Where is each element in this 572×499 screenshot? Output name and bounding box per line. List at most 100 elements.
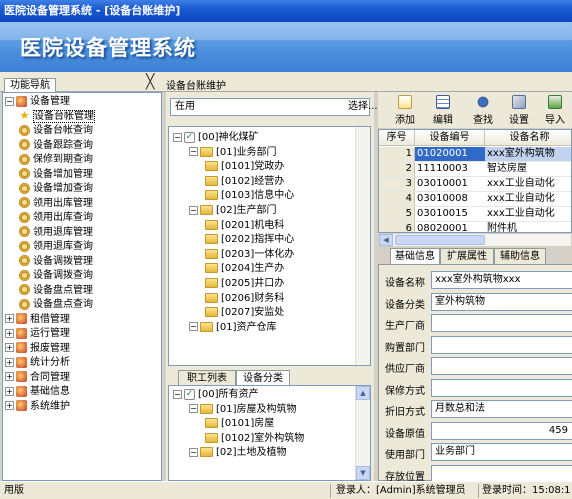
table-row[interactable]: 6 08020001 附件机	[379, 222, 571, 232]
expand-toggle-icon[interactable]: +	[5, 314, 14, 323]
nav-item[interactable]: 设备增加管理	[19, 168, 93, 182]
nav-item[interactable]: 领用退库管理	[19, 226, 93, 240]
tree-node[interactable]: [0103]信息中心	[205, 189, 294, 203]
tree-node[interactable]: [0202]指挥中心	[205, 233, 294, 247]
field-input[interactable]: xxx室外构筑物xxx	[431, 271, 572, 289]
tab-auxiliary-info[interactable]: 辅助信息	[494, 248, 546, 264]
collapse-toggle-icon[interactable]: −	[189, 447, 198, 457]
table-row[interactable]: 2 11110003 智达房屋	[379, 162, 571, 177]
field-input[interactable]	[431, 314, 572, 332]
nav-item[interactable]: 设备调拨管理	[19, 255, 93, 269]
nav-item[interactable]: − 设备管理	[5, 95, 70, 109]
field-input[interactable]	[431, 335, 572, 354]
tree-node[interactable]: [0201]机电科	[205, 219, 284, 233]
tab-basic-info[interactable]: 基础信息	[390, 248, 440, 265]
checkbox-icon[interactable]: ✓	[184, 131, 195, 143]
field-input[interactable]: 月数总和法	[431, 400, 572, 418]
collapse-toggle-icon[interactable]: −	[173, 389, 182, 399]
table-row[interactable]: 3 03010001 xxx工业自动化	[379, 177, 571, 192]
tree-node[interactable]: − [02]生产部门	[189, 204, 277, 218]
field-input[interactable]: 室外构筑物	[431, 292, 572, 311]
tree-node[interactable]: − ✓ [00]神化煤矿	[173, 131, 259, 145]
nav-item[interactable]: 领用退库查询	[19, 240, 93, 254]
search-button[interactable]: 查找	[466, 94, 500, 126]
category-tree-scrollbar[interactable]: ▲ ▼	[355, 386, 370, 480]
nav-item[interactable]: 设备盘点查询	[19, 298, 93, 312]
expand-toggle-icon[interactable]: +	[5, 328, 14, 338]
org-tree-scrollbar[interactable]	[355, 127, 370, 365]
tab-staff-list[interactable]: 职工列表	[178, 370, 236, 386]
tree-node[interactable]: [0206]财务科	[205, 292, 284, 306]
tree-node[interactable]: [0101]党政办	[205, 160, 284, 174]
field-input[interactable]	[431, 357, 572, 375]
field-input[interactable]: 业务部门	[431, 443, 572, 461]
tree-node[interactable]: [0204]生产办	[205, 262, 284, 276]
grid-header-code[interactable]: 设备编号	[415, 130, 485, 146]
tree-node[interactable]: [0205]井口办	[205, 277, 284, 291]
edit-button[interactable]: 编辑	[426, 94, 460, 126]
import-button[interactable]: 导入	[538, 94, 572, 126]
tree-node[interactable]: − [01]业务部门	[189, 146, 277, 160]
nav-item[interactable]: + 合同管理	[5, 371, 70, 385]
import-label: 导入	[545, 115, 565, 126]
checkbox-icon[interactable]: ✓	[184, 388, 195, 400]
nav-item[interactable]: ★ 设备台帐管理	[19, 109, 95, 124]
nav-item[interactable]: 领用出库管理	[19, 197, 93, 211]
nav-item-label: 领用退库查询	[33, 241, 93, 252]
nav-item[interactable]: + 租借管理	[5, 313, 70, 327]
grid-header-name[interactable]: 设备名称	[485, 130, 571, 146]
nav-item[interactable]: 设备跟踪查询	[19, 139, 93, 153]
expand-toggle-icon[interactable]: +	[5, 372, 14, 381]
expand-toggle-icon[interactable]: +	[5, 343, 14, 352]
collapse-toggle-icon[interactable]: −	[189, 147, 198, 157]
expand-toggle-icon[interactable]: +	[5, 401, 14, 410]
settings-button[interactable]: 设置	[502, 94, 536, 126]
status-filter-input[interactable]: 在用	[170, 98, 370, 116]
tree-node[interactable]: − [02]土地及植物	[189, 446, 287, 460]
collapse-toggle-icon[interactable]: −	[189, 205, 198, 215]
nav-item[interactable]: 设备增加查询	[19, 182, 93, 196]
nav-item[interactable]: + 报废管理	[5, 342, 70, 356]
nav-item[interactable]: + 基础信息	[5, 385, 70, 399]
field-input[interactable]	[431, 464, 572, 483]
tree-node-label: [0203]一体化办	[221, 248, 295, 260]
gear-icon	[19, 124, 30, 136]
field-input[interactable]: 459	[431, 421, 572, 440]
tree-node[interactable]: [0101]房屋	[205, 417, 274, 431]
nav-item[interactable]: 设备盘点管理	[19, 284, 93, 298]
expand-toggle-icon[interactable]: +	[5, 386, 14, 396]
table-row[interactable]: 1 01020001 xxx室外构筑物	[379, 147, 571, 162]
nav-item[interactable]: + 系统维护	[5, 400, 70, 414]
tree-node[interactable]: [0102]室外构筑物	[205, 432, 304, 446]
nav-item[interactable]: + 统计分析	[5, 356, 70, 370]
tree-node[interactable]: − [01]资产仓库	[189, 321, 277, 335]
nav-item[interactable]: 保修到期查询	[19, 153, 93, 167]
tab-navigation[interactable]: 功能导航	[4, 78, 56, 93]
select-button[interactable]: 选择...	[348, 98, 378, 116]
expand-toggle-icon[interactable]: +	[5, 357, 14, 367]
add-button[interactable]: 添加	[388, 94, 422, 126]
collapse-toggle-icon[interactable]: −	[189, 322, 198, 332]
cell-no: 1	[379, 147, 415, 161]
field-input[interactable]	[431, 378, 572, 397]
nav-item[interactable]: 领用出库查询	[19, 211, 93, 225]
tree-node[interactable]: [0203]一体化办	[205, 248, 294, 262]
collapse-toggle-icon[interactable]: −	[173, 132, 182, 142]
nav-item[interactable]: 设备台帐查询	[19, 124, 93, 138]
collapse-toggle-icon[interactable]: −	[5, 96, 14, 106]
table-row[interactable]: 5 03010015 xxx工业自动化	[379, 207, 571, 222]
table-row[interactable]: 4 03010008 xxx工业自动化	[379, 192, 571, 207]
tree-node[interactable]: [0207]安监处	[205, 306, 284, 320]
collapse-toggle-icon[interactable]: −	[189, 404, 198, 414]
nav-item[interactable]: + 运行管理	[5, 327, 70, 341]
tree-node[interactable]: − [01]房屋及构筑物	[189, 403, 297, 417]
tree-node[interactable]: − ✓ [00]所有资产	[173, 388, 259, 402]
tree-node-label: [0101]房屋	[221, 418, 275, 430]
tree-node-label: [00]所有资产	[198, 389, 259, 400]
close-panel-icon[interactable]: ╳	[146, 75, 154, 90]
tree-node[interactable]: [0102]经营办	[205, 175, 284, 189]
grid-header-no[interactable]: 序号	[379, 130, 415, 146]
grid-horizontal-scrollbar[interactable]: ◀	[378, 233, 572, 247]
nav-item[interactable]: 设备调拨查询	[19, 269, 93, 283]
tab-extended-attributes[interactable]: 扩展属性	[440, 248, 494, 264]
